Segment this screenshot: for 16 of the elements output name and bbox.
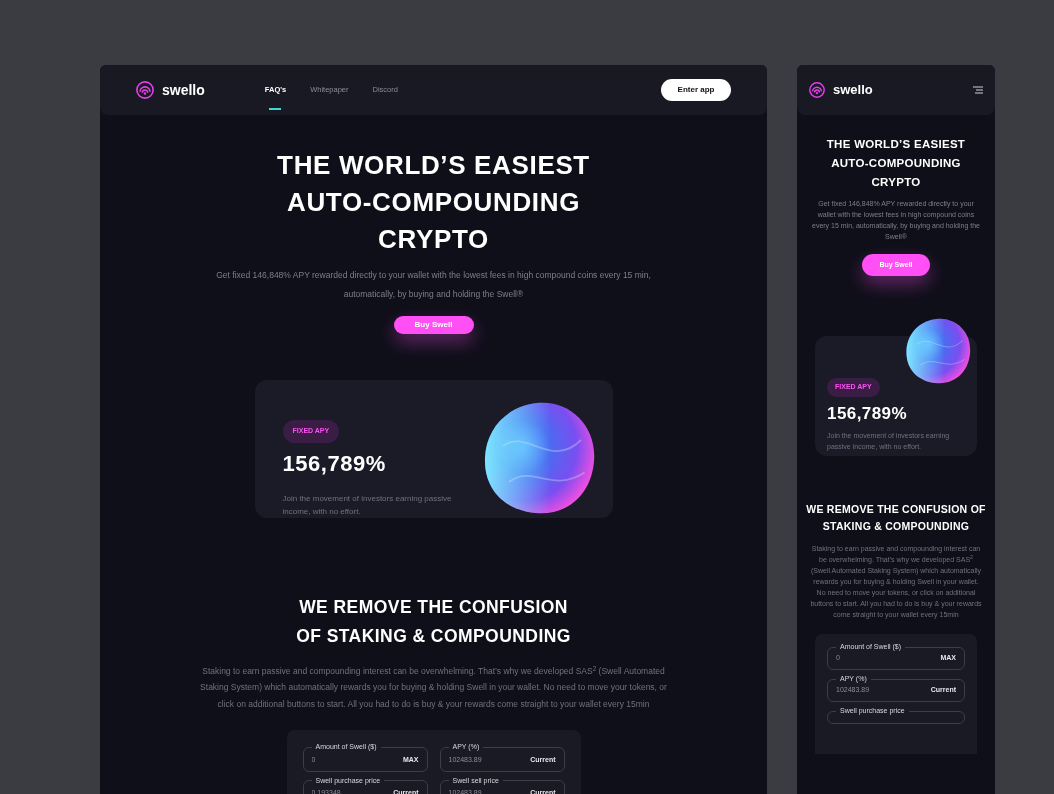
apy-value: 156,789% [282,449,387,478]
apy-value: 156,789% [827,402,908,425]
hero-title: THE WORLD’S EASIEST AUTO-COMPOUNDING CRYPTO [825,137,967,190]
section-title: WE REMOVE THE CONFUSION OF STAKING & COMPOUNDING [295,595,572,648]
section-title: WE REMOVE THE CONFUSION OF STAKING & COMPOUNDING [806,502,986,534]
brand-name[interactable]: swello [162,79,205,101]
section-text: Staking to earn passive and compounding interest can be overwhelming. That’s why we developed SAS$^{2}$ (Swell Automated Staking System) which automatically rewards you for buying & holding Swell in your wallet. No need to move your tokens, or click on additional buttons to start. All you had to do is buy & your rewards come straight to your wallet every 15min [199,663,668,711]
logo-icon [809,82,825,98]
enter-app-button[interactable]: Enter app [661,79,731,101]
hero-title: THE WORLD’S EASIEST AUTO-COMPOUNDING CRYPTO [276,149,591,256]
brand-name[interactable]: swello [833,80,873,100]
apy-text: Join the movement of investors earning passive income, with no effort. [282,492,453,518]
logo-icon [136,81,154,99]
active-indicator [269,108,282,111]
hero-text: Get fixed 146,848% APY rewarded directly to your wallet with the lowest fees in high compound coins every 15 min, automatically, by buying and holding the Swell® [215,269,652,301]
menu-icon[interactable] [973,86,983,94]
